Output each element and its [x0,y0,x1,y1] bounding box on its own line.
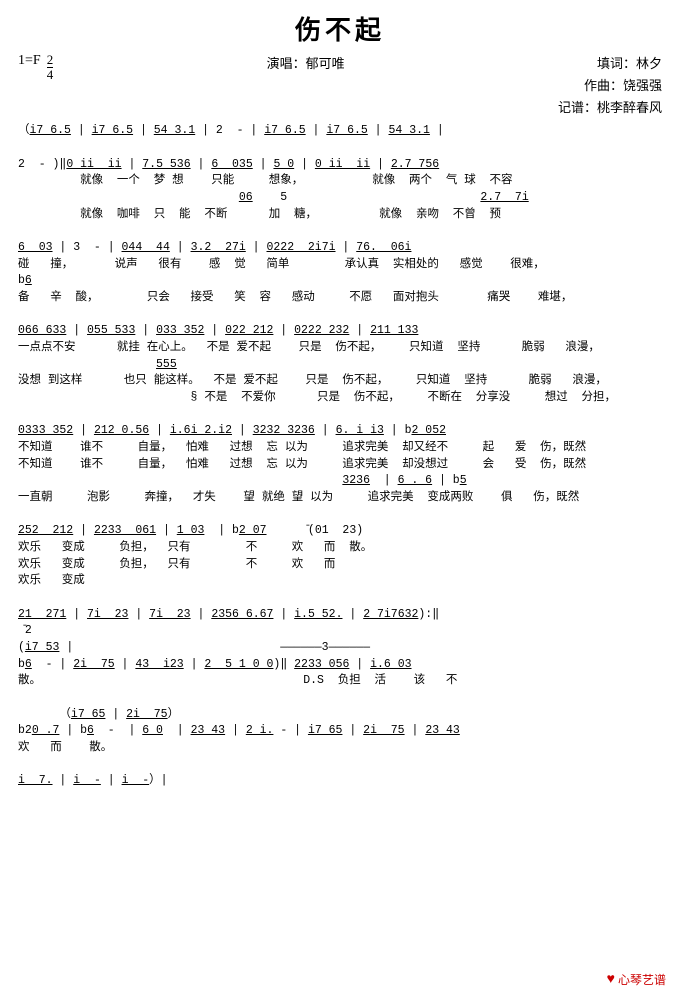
performer: 演唱：郁可唯 [53,53,558,72]
credits: 填词：林夕 作曲：饶强强 记谱：桃李醉春风 [558,53,662,119]
key-signature: 1=F [18,53,41,69]
score-body: （i7 6.5 | i7 6.5 | 54 3.1 | 2 - | i7 6.5… [18,123,662,790]
score-content: （i7 6.5 | i7 6.5 | 54 3.1 | 2 - | i7 6.5… [18,123,662,790]
logo: ♥ 心琴艺谱 [607,971,666,988]
title: 伤不起 [18,10,662,47]
logo-heart-icon: ♥ [607,972,615,988]
